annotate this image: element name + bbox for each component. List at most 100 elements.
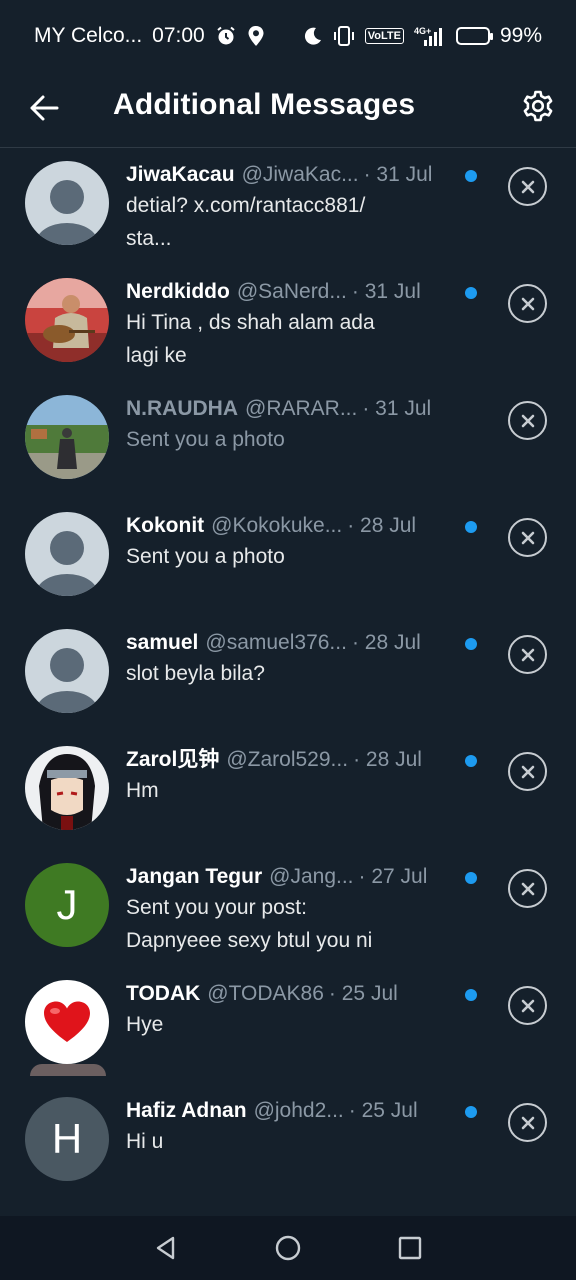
message-item[interactable]: Nerdkiddo @SaNerd... · 31 Jul Hi Tina , … xyxy=(0,265,576,382)
settings-button[interactable] xyxy=(518,86,558,126)
unread-indicator xyxy=(465,755,477,767)
alarm-icon xyxy=(215,25,237,47)
avatar[interactable] xyxy=(25,746,109,830)
message-date: · 28 Jul xyxy=(353,748,422,771)
message-date: · 28 Jul xyxy=(351,631,421,654)
close-icon xyxy=(521,531,534,544)
header: Additional Messages xyxy=(0,72,576,148)
message-date: · 28 Jul xyxy=(347,514,417,537)
close-icon xyxy=(521,648,534,661)
location-icon xyxy=(247,25,265,47)
sender-handle: @samuel376... xyxy=(205,631,347,654)
message-item[interactable]: H Hafiz Adnan @johd2... · 25 Jul Hi u xyxy=(0,1084,576,1201)
sender-name: TODAK xyxy=(126,982,201,1005)
message-item[interactable]: N.RAUDHA @RARAR... · 31 Jul Sent you a p… xyxy=(0,382,576,499)
sender-handle: @johd2... xyxy=(253,1099,344,1122)
svg-text:4G+: 4G+ xyxy=(414,26,431,36)
nav-back-button[interactable] xyxy=(152,1234,180,1262)
avatar[interactable] xyxy=(25,278,109,362)
volte-icon: VoLTE xyxy=(364,28,404,44)
dismiss-button[interactable] xyxy=(508,167,547,206)
dismiss-button[interactable] xyxy=(508,986,547,1025)
message-preview-line: Sent you a photo xyxy=(126,545,285,568)
message-content: Jangan Tegur @Jang... · 27 Jul Sent you … xyxy=(126,864,458,956)
meta-line: TODAK @TODAK86 · 25 Jul xyxy=(126,981,458,1007)
close-icon xyxy=(521,297,534,310)
unread-indicator xyxy=(465,872,477,884)
sender-handle: @JiwaKac... xyxy=(241,163,359,186)
signal-icon: 4G+ xyxy=(414,25,446,47)
message-list: JiwaKacau @JiwaKac... · 31 Jul detial? x… xyxy=(0,148,576,1216)
avatar[interactable]: H xyxy=(25,1097,109,1181)
unread-indicator xyxy=(465,1106,477,1118)
message-date: · 31 Jul xyxy=(351,280,421,303)
nav-recents-button[interactable] xyxy=(396,1234,424,1262)
close-icon xyxy=(521,999,534,1012)
dismiss-button[interactable] xyxy=(508,284,547,323)
avatar[interactable] xyxy=(25,980,109,1064)
meta-line: Zarol见钟 @Zarol529... · 28 Jul xyxy=(126,747,458,773)
moon-icon xyxy=(303,26,323,46)
avatar-letter: J xyxy=(56,881,78,928)
sender-name: Jangan Tegur xyxy=(126,865,263,888)
unread-indicator xyxy=(465,170,477,182)
sender-name: Kokonit xyxy=(126,514,205,537)
message-content: samuel @samuel376... · 28 Jul slot beyla… xyxy=(126,630,458,689)
close-icon xyxy=(521,1116,534,1129)
message-item[interactable]: Kokonit @Kokokuke... · 28 Jul Sent you a… xyxy=(0,499,576,616)
avatar[interactable] xyxy=(25,629,109,713)
avatar[interactable] xyxy=(25,395,109,479)
message-preview-line: detial? x.com/rantacc881/ xyxy=(126,194,366,217)
meta-line: Jangan Tegur @Jang... · 27 Jul xyxy=(126,864,458,890)
sender-name: Hafiz Adnan xyxy=(126,1099,247,1122)
gear-icon xyxy=(523,90,553,122)
sender-handle: @RARAR... xyxy=(245,397,358,420)
message-preview-line: Hm xyxy=(126,779,159,802)
message-date: · 27 Jul xyxy=(358,865,428,888)
message-content: JiwaKacau @JiwaKac... · 31 Jul detial? x… xyxy=(126,162,458,254)
battery-percent: 99% xyxy=(499,24,542,47)
dismiss-button[interactable] xyxy=(508,869,547,908)
sender-name: Zarol见钟 xyxy=(126,748,220,771)
triangle-back-icon xyxy=(156,1236,175,1260)
carrier-name: MY Celco... xyxy=(34,24,143,47)
dismiss-button[interactable] xyxy=(508,752,547,791)
sender-handle: @Zarol529... xyxy=(226,748,349,771)
avatar[interactable] xyxy=(25,161,109,245)
nav-home-button[interactable] xyxy=(274,1234,302,1262)
message-item[interactable]: JiwaKacau @JiwaKac... · 31 Jul detial? x… xyxy=(0,148,576,265)
back-button[interactable] xyxy=(26,90,62,126)
message-item[interactable]: samuel @samuel376... · 28 Jul slot beyla… xyxy=(0,616,576,733)
dismiss-button[interactable] xyxy=(508,401,547,440)
battery-icon xyxy=(455,27,493,45)
sender-name: JiwaKacau xyxy=(126,163,235,186)
heart-icon xyxy=(44,1001,90,1042)
avatar[interactable] xyxy=(25,512,109,596)
sender-name: Nerdkiddo xyxy=(126,280,230,303)
dismiss-button[interactable] xyxy=(508,1103,547,1142)
message-date: · 25 Jul xyxy=(348,1099,418,1122)
message-date: · 25 Jul xyxy=(328,982,398,1005)
message-content: N.RAUDHA @RARAR... · 31 Jul Sent you a p… xyxy=(126,396,458,455)
avatar-partial xyxy=(30,1064,106,1076)
message-item[interactable]: Zarol见钟 @Zarol529... · 28 Jul Hm xyxy=(0,733,576,850)
meta-line: Nerdkiddo @SaNerd... · 31 Jul xyxy=(126,279,458,305)
message-item[interactable]: J Jangan Tegur @Jang... · 27 Jul Sent yo… xyxy=(0,850,576,967)
close-icon xyxy=(521,765,534,778)
dismiss-button[interactable] xyxy=(508,518,547,557)
message-preview-line: slot beyla bila? xyxy=(126,662,265,685)
status-right: VoLTE 4G+ 99% xyxy=(303,24,542,48)
unread-indicator xyxy=(465,989,477,1001)
unread-indicator xyxy=(465,287,477,299)
message-preview-line: Hi Tina , ds shah alam ada xyxy=(126,311,375,334)
message-content: Nerdkiddo @SaNerd... · 31 Jul Hi Tina , … xyxy=(126,279,458,371)
avatar[interactable]: J xyxy=(25,863,109,947)
message-content: TODAK @TODAK86 · 25 Jul Hye xyxy=(126,981,458,1040)
status-bar: MY Celco... 07:00 VoLTE 4G+ 99% xyxy=(0,0,576,72)
dismiss-button[interactable] xyxy=(508,635,547,674)
message-content: Zarol见钟 @Zarol529... · 28 Jul Hm xyxy=(126,747,458,806)
close-icon xyxy=(521,180,534,193)
system-nav-bar xyxy=(0,1216,576,1280)
sender-handle: @Jang... xyxy=(269,865,354,888)
message-preview-line: Hye xyxy=(126,1013,164,1036)
